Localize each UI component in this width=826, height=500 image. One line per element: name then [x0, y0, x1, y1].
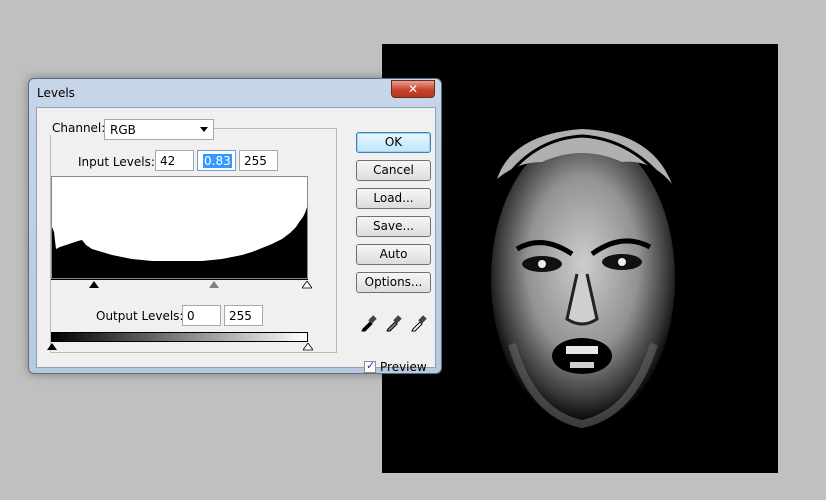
output-black-slider[interactable]	[47, 343, 57, 351]
checkmark-icon: ✓	[366, 359, 376, 372]
output-white-field[interactable]: 255	[224, 305, 263, 326]
input-black-slider[interactable]	[89, 281, 99, 289]
input-black-value: 42	[160, 154, 176, 168]
dialog-titlebar[interactable]: Levels ✕	[29, 79, 441, 105]
preview-label: Preview	[380, 360, 427, 374]
options-button[interactable]: Options...	[356, 272, 431, 293]
output-white-slider[interactable]	[303, 343, 313, 351]
close-icon: ✕	[407, 82, 419, 96]
output-levels-label: Output Levels:	[96, 309, 184, 323]
histogram	[51, 176, 308, 279]
close-button[interactable]: ✕	[391, 80, 435, 98]
input-white-value: 255	[244, 154, 267, 168]
input-slider-track	[51, 279, 308, 280]
preview-checkbox[interactable]: ✓	[364, 359, 376, 373]
channel-value: RGB	[110, 123, 136, 137]
channel-select[interactable]: RGB	[104, 119, 214, 140]
cancel-button[interactable]: Cancel	[356, 160, 431, 181]
output-black-value: 0	[187, 309, 195, 323]
black-eyedropper-icon[interactable]	[359, 313, 379, 333]
auto-button[interactable]: Auto	[356, 244, 431, 265]
white-eyedropper-icon[interactable]	[409, 313, 429, 333]
input-levels-label: Input Levels:	[78, 155, 155, 169]
input-white-field[interactable]: 255	[239, 150, 278, 171]
channel-label: Channel:	[50, 121, 108, 135]
dialog-client: Channel: RGB Input Levels: 42 0.83 255 O…	[36, 107, 436, 374]
histogram-graph	[52, 207, 307, 278]
chevron-down-icon	[200, 127, 208, 132]
output-white-value: 255	[229, 309, 252, 323]
input-gamma-value: 0.83	[203, 154, 232, 168]
output-gradient-bar	[51, 332, 308, 342]
save-button[interactable]: Save...	[356, 216, 431, 237]
input-gamma-slider[interactable]	[209, 281, 219, 289]
input-white-slider[interactable]	[302, 281, 312, 289]
gray-eyedropper-icon[interactable]	[384, 313, 404, 333]
ok-button[interactable]: OK	[356, 132, 431, 153]
levels-groupbox: Channel: RGB Input Levels: 42 0.83 255 O…	[47, 119, 337, 353]
output-black-field[interactable]: 0	[182, 305, 221, 326]
input-black-field[interactable]: 42	[155, 150, 194, 171]
load-button[interactable]: Load...	[356, 188, 431, 209]
input-gamma-field[interactable]: 0.83	[197, 150, 236, 171]
dialog-title: Levels	[37, 86, 75, 100]
levels-dialog: Levels ✕ Channel: RGB Input Levels: 42 0…	[28, 78, 442, 374]
